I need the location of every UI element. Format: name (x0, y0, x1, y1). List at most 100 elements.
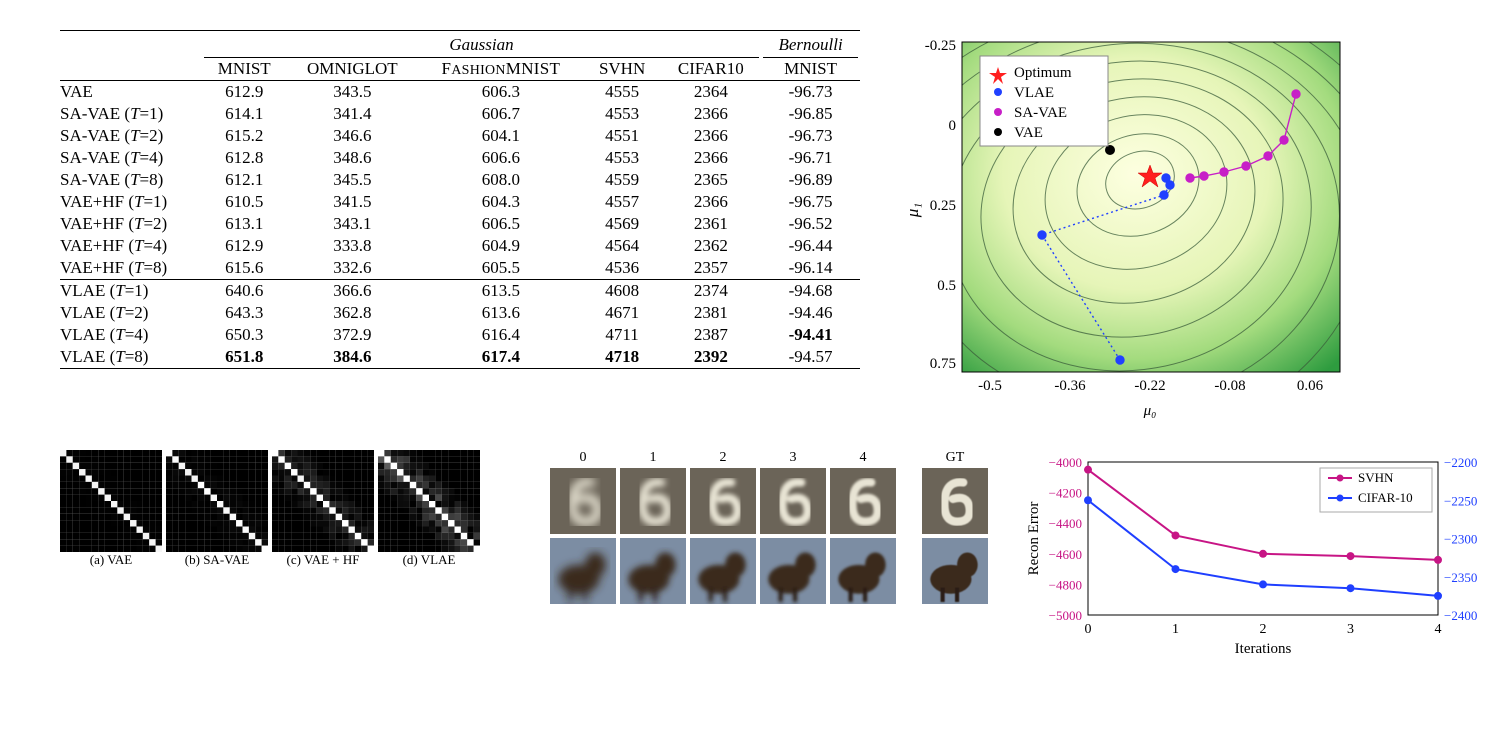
table-cell: 640.6 (202, 280, 287, 303)
table-cell: 651.8 (202, 346, 287, 369)
contour-legend: Optimum VLAE SA-VAE VAE (980, 56, 1108, 146)
mat-label: (a) VAE (60, 552, 162, 568)
table-cell: 2374 (660, 280, 761, 303)
table-cell: 4557 (584, 191, 661, 213)
svg-text:−4800: −4800 (1049, 577, 1082, 592)
table-cell: 4718 (584, 346, 661, 369)
svg-text:Optimum: Optimum (1014, 65, 1072, 81)
table-cell: 606.3 (418, 81, 584, 104)
table-cell: 2366 (660, 125, 761, 147)
svg-text:-0.5: -0.5 (978, 378, 1002, 394)
table-cell: -96.75 (761, 191, 860, 213)
mat-label: (b) SA-VAE (166, 552, 268, 568)
table-cell: 343.1 (287, 213, 418, 235)
col-fashionmnist: FASHIONMNIST (418, 58, 584, 81)
col-cifar10: CIFAR10 (660, 58, 761, 81)
table-cell: 2366 (660, 147, 761, 169)
table-cell: 613.5 (418, 280, 584, 303)
table-cell: -96.89 (761, 169, 860, 191)
svg-text:−4000: −4000 (1049, 455, 1082, 470)
table-cell: 345.5 (287, 169, 418, 191)
table-cell: 2366 (660, 191, 761, 213)
table-cell: -96.52 (761, 213, 860, 235)
table-cell: 650.3 (202, 324, 287, 346)
table-cell: -96.44 (761, 235, 860, 257)
results-table: Gaussian Bernoulli MNIST OMNIGLOT FASHIO… (60, 30, 860, 369)
table-cell: 612.9 (202, 235, 287, 257)
svg-text:−2400: −2400 (1444, 608, 1477, 623)
table-cell: -96.73 (761, 125, 860, 147)
table-cell: -94.57 (761, 346, 860, 369)
table-cell: 348.6 (287, 147, 418, 169)
svg-text:Recon Error: Recon Error (1026, 502, 1042, 576)
table-cell: 608.0 (418, 169, 584, 191)
svg-text:−2350: −2350 (1444, 570, 1477, 585)
table-cell: 4559 (584, 169, 661, 191)
table-cell: 341.4 (287, 103, 418, 125)
table-cell: 2357 (660, 257, 761, 280)
table-cell: 643.3 (202, 302, 287, 324)
mat-label: (d) VLAE (378, 552, 480, 568)
table-cell: 4536 (584, 257, 661, 280)
table-cell: -94.41 (761, 324, 860, 346)
svg-text:μ₁: μ₁ (903, 203, 922, 218)
svg-text:0.25: 0.25 (930, 198, 956, 214)
col-omniglot: OMNIGLOT (287, 58, 418, 81)
row-label: VAE+HF (T=4) (60, 235, 202, 257)
table-cell: -94.68 (761, 280, 860, 303)
table-cell: 610.5 (202, 191, 287, 213)
table-cell: 4671 (584, 302, 661, 324)
table-cell: 614.1 (202, 103, 287, 125)
table-cell: -96.85 (761, 103, 860, 125)
svg-text:0: 0 (1085, 622, 1092, 637)
table-cell: 4564 (584, 235, 661, 257)
table-cell: 604.1 (418, 125, 584, 147)
contour-plot: Optimum VLAE SA-VAE VAE -0.5 -0.36 -0.22… (900, 30, 1370, 420)
table-cell: 384.6 (287, 346, 418, 369)
table-cell: -94.46 (761, 302, 860, 324)
svg-text:3: 3 (1347, 622, 1354, 637)
table-cell: -96.71 (761, 147, 860, 169)
table-cell: 606.7 (418, 103, 584, 125)
row-label: VLAE (T=8) (60, 346, 202, 369)
svg-text:-0.08: -0.08 (1214, 378, 1245, 394)
table-cell: 2364 (660, 81, 761, 104)
row-label: VLAE (T=2) (60, 302, 202, 324)
svg-text:−2200: −2200 (1444, 455, 1477, 470)
table-cell: 2365 (660, 169, 761, 191)
svg-text:Iterations: Iterations (1235, 641, 1292, 657)
table-cell: 612.9 (202, 81, 287, 104)
col-mnist: MNIST (202, 58, 287, 81)
svg-text:0.75: 0.75 (930, 356, 956, 372)
svg-text:SA-VAE: SA-VAE (1014, 105, 1067, 121)
row-label: SA-VAE (T=2) (60, 125, 202, 147)
table-cell: 616.4 (418, 324, 584, 346)
svg-text:−4600: −4600 (1049, 547, 1082, 562)
table-cell: 612.8 (202, 147, 287, 169)
svg-text:2: 2 (1260, 622, 1267, 637)
table-cell: 4551 (584, 125, 661, 147)
svg-text:VAE: VAE (1014, 125, 1043, 141)
table-cell: 606.5 (418, 213, 584, 235)
table-cell: 4553 (584, 103, 661, 125)
table-cell: 4553 (584, 147, 661, 169)
svg-text:1: 1 (1172, 622, 1179, 637)
svg-text:VLAE: VLAE (1014, 85, 1054, 101)
col-svhn: SVHN (584, 58, 661, 81)
svg-text:μ₀: μ₀ (1143, 403, 1157, 419)
table-cell: 612.1 (202, 169, 287, 191)
table-group-gaussian: Gaussian (449, 35, 513, 54)
table-cell: 4711 (584, 324, 661, 346)
svg-text:−2300: −2300 (1444, 532, 1477, 547)
row-label: VAE+HF (T=8) (60, 257, 202, 280)
table-cell: -96.14 (761, 257, 860, 280)
mat-label: (c) VAE + HF (272, 552, 374, 568)
svg-text:4: 4 (1435, 622, 1442, 637)
table-cell: 615.6 (202, 257, 287, 280)
table-cell: 605.5 (418, 257, 584, 280)
table-cell: 2361 (660, 213, 761, 235)
table-cell: 362.8 (287, 302, 418, 324)
svg-text:CIFAR-10: CIFAR-10 (1358, 490, 1413, 505)
svg-text:−2250: −2250 (1444, 493, 1477, 508)
table-cell: -96.73 (761, 81, 860, 104)
